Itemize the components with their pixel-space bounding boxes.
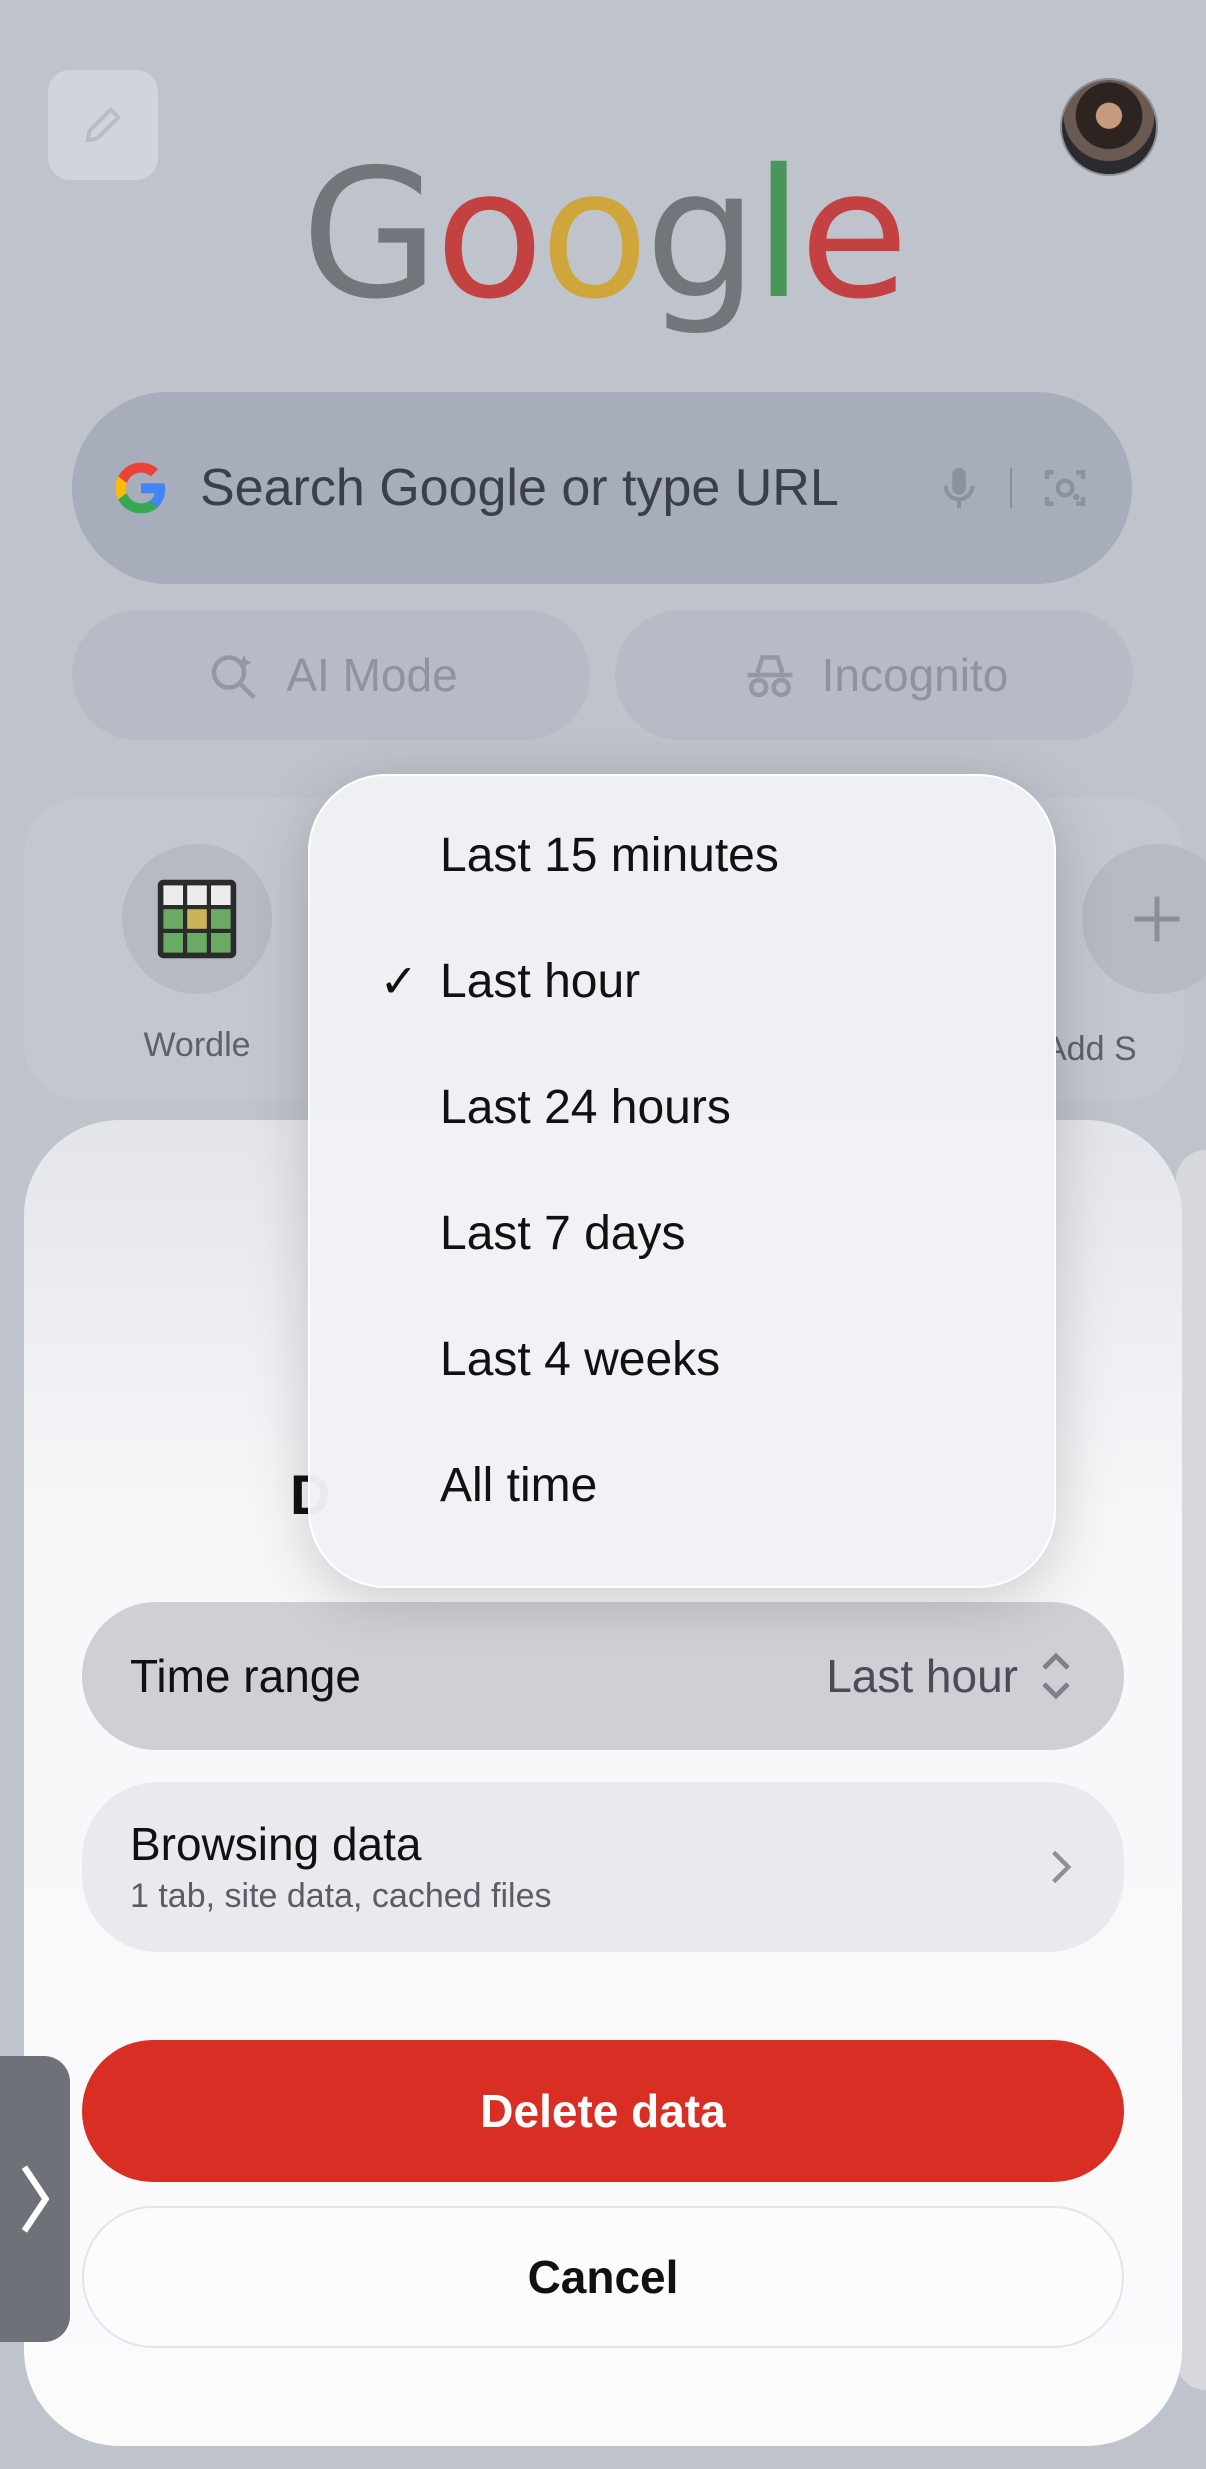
google-logo: Google [0, 140, 1206, 330]
checkmark-icon: ✓ [379, 955, 418, 1007]
plus-icon [1134, 896, 1180, 942]
time-range-label: Time range [130, 1650, 361, 1702]
logo-letter: o [539, 131, 649, 338]
time-range-value: Last hour [826, 1650, 1018, 1702]
camera-lens-icon[interactable] [1038, 461, 1092, 515]
time-range-row[interactable]: Time range Last hour [82, 1602, 1124, 1750]
browsing-data-title: Browsing data [130, 1818, 422, 1870]
side-panel-handle[interactable] [0, 2056, 70, 2342]
chevron-right-icon [1052, 1850, 1072, 1884]
chevron-right-icon [21, 2165, 50, 2233]
menu-item-last-15-minutes[interactable]: Last 15 minutes [310, 792, 1058, 918]
browsing-data-subtitle: 1 tab, site data, cached files [130, 1877, 552, 1915]
logo-letter: G [301, 131, 439, 338]
incognito-button[interactable]: Incognito [615, 610, 1133, 740]
search-bar[interactable]: Search Google or type URL [72, 392, 1132, 584]
menu-item-last-24-hours[interactable]: Last 24 hours [310, 1044, 1058, 1170]
wordle-label: Wordle [143, 1026, 251, 1064]
search-placeholder: Search Google or type URL [200, 459, 839, 517]
menu-item-last-7-days[interactable]: Last 7 days [310, 1170, 1058, 1296]
browsing-data-row[interactable]: Browsing data 1 tab, site data, cached f… [82, 1782, 1124, 1952]
menu-item-label: All time [440, 1458, 598, 1512]
search-divider [1010, 468, 1012, 508]
incognito-label: Incognito [821, 649, 1009, 701]
delete-data-button[interactable]: Delete data [82, 2040, 1124, 2182]
wordle-grid-icon [157, 879, 237, 959]
menu-item-label: Last 7 days [440, 1206, 686, 1260]
menu-item-label: Last 24 hours [440, 1080, 731, 1134]
chevron-up-down-icon [1042, 1652, 1070, 1700]
menu-item-label: Last 15 minutes [440, 828, 779, 882]
incognito-icon [747, 655, 793, 698]
ai-mode-label: AI Mode [286, 649, 458, 701]
logo-letter: l [753, 131, 804, 338]
menu-item-last-hour[interactable]: ✓ Last hour [310, 918, 1058, 1044]
logo-letter: g [644, 131, 758, 338]
ai-search-icon [212, 655, 256, 700]
menu-item-all-time[interactable]: All time [310, 1422, 1058, 1548]
cancel-button[interactable]: Cancel [82, 2206, 1124, 2348]
menu-item-last-4-weeks[interactable]: Last 4 weeks [310, 1296, 1058, 1422]
google-g-icon [115, 462, 166, 514]
microphone-icon[interactable] [932, 461, 986, 515]
add-shortcut-button[interactable] [1082, 844, 1206, 994]
logo-letter: o [435, 131, 544, 338]
logo-letter: e [799, 131, 908, 338]
menu-item-label: Last hour [440, 954, 641, 1008]
ai-mode-button[interactable]: AI Mode [72, 610, 590, 740]
add-shortcut-label: Add S [1044, 1030, 1137, 1068]
menu-item-label: Last 4 weeks [440, 1332, 721, 1386]
time-range-menu: Last 15 minutes ✓ Last hour Last 24 hour… [308, 774, 1056, 1588]
wordle-shortcut[interactable] [122, 844, 272, 994]
